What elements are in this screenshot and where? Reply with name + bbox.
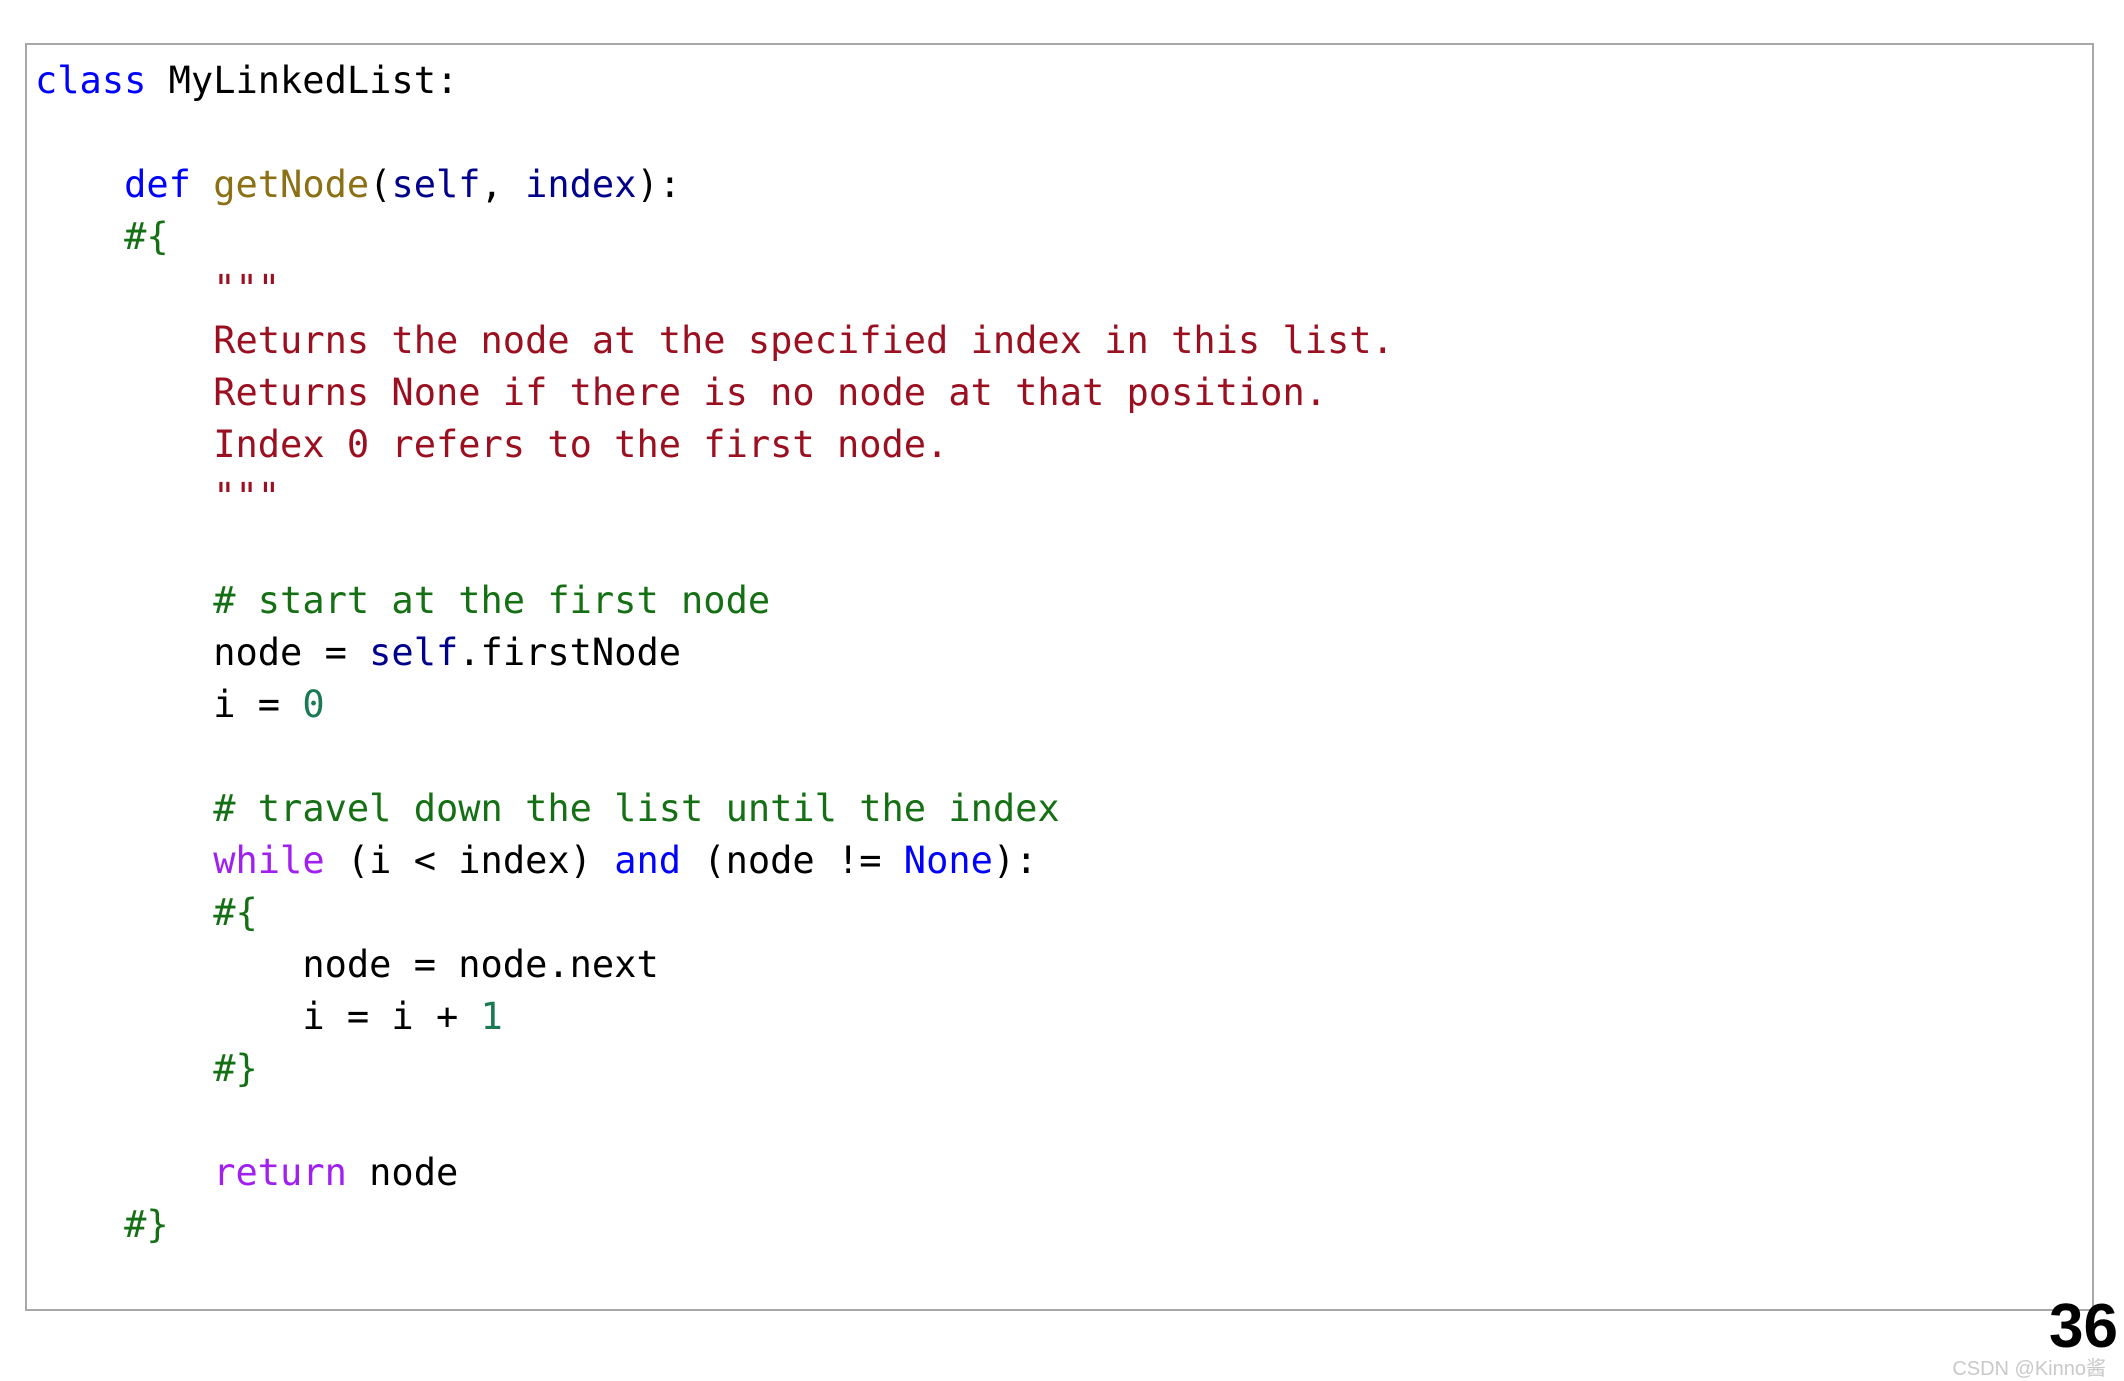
code-token-kw: def: [124, 163, 214, 206]
code-token-comment: # start at the first node: [213, 579, 771, 622]
code-token-kw: and: [614, 839, 682, 882]
code-line: node = node.next: [35, 939, 2092, 991]
code-line: i = i + 1: [35, 991, 2092, 1043]
code-token-plain: MyLinkedList:: [168, 59, 459, 102]
code-line: #}: [35, 1199, 2092, 1251]
code-token-string: Returns the node at the specified index …: [213, 319, 1394, 362]
code-line: """: [35, 263, 2092, 315]
code-token-plain: node: [346, 1151, 459, 1194]
code-token-self: index: [525, 163, 637, 206]
code-line: #}: [35, 1043, 2092, 1095]
code-line: Index 0 refers to the first node.: [35, 419, 2092, 471]
code-line: #{: [35, 887, 2092, 939]
code-token-num: 0: [302, 683, 325, 726]
code-line: # travel down the list until the index: [35, 783, 2092, 835]
code-line: Returns None if there is no node at that…: [35, 367, 2092, 419]
page-number: 36: [2049, 1292, 2118, 1361]
code-token-plain: .firstNode: [458, 631, 682, 674]
code-token-kw: class: [35, 59, 169, 102]
code-token-comment: #}: [124, 1203, 169, 1246]
code-token-plain: ):: [636, 163, 682, 206]
code-token-plain: i = i +: [302, 995, 481, 1038]
code-line: """: [35, 471, 2092, 523]
code-token-string: """: [213, 267, 281, 310]
code-line: #{: [35, 211, 2092, 263]
code-token-plain: node = node.next: [302, 943, 659, 986]
code-line: def getNode(self, index):: [35, 159, 2092, 211]
code-token-comment: #{: [124, 215, 169, 258]
code-token-plain: i =: [213, 683, 303, 726]
code-line: # start at the first node: [35, 575, 2092, 627]
code-block: class MyLinkedList: def getNode(self, in…: [35, 55, 2092, 1251]
code-token-num: 1: [480, 995, 503, 1038]
code-token-comment: #{: [213, 891, 258, 934]
code-token-string: Returns None if there is no node at that…: [213, 371, 1328, 414]
code-token-plain: node =: [213, 631, 370, 674]
code-token-string: """: [213, 475, 281, 518]
code-token-kw2: while: [213, 839, 325, 882]
code-token-fn: getNode: [213, 163, 370, 206]
code-line: i = 0: [35, 679, 2092, 731]
code-token-plain: (i < index): [324, 839, 615, 882]
code-token-kw: None: [903, 839, 993, 882]
code-token-plain: (: [369, 163, 392, 206]
code-token-plain: (node !=: [681, 839, 904, 882]
code-token-comment: # travel down the list until the index: [213, 787, 1060, 830]
code-line: while (i < index) and (node != None):: [35, 835, 2092, 887]
code-token-plain: ):: [992, 839, 1038, 882]
code-token-self: self: [391, 163, 481, 206]
code-line: class MyLinkedList:: [35, 55, 2092, 107]
code-token-plain: ,: [480, 163, 526, 206]
code-token-self: self: [369, 631, 459, 674]
watermark: CSDN @Kinno酱: [1952, 1358, 2106, 1380]
code-token-kw2: return: [213, 1151, 347, 1194]
code-token-comment: #}: [213, 1047, 258, 1090]
code-token-string: Index 0 refers to the first node.: [213, 423, 949, 466]
code-line: return node: [35, 1147, 2092, 1199]
code-line: Returns the node at the specified index …: [35, 315, 2092, 367]
code-line: node = self.firstNode: [35, 627, 2092, 679]
slide-frame: class MyLinkedList: def getNode(self, in…: [25, 43, 2094, 1311]
